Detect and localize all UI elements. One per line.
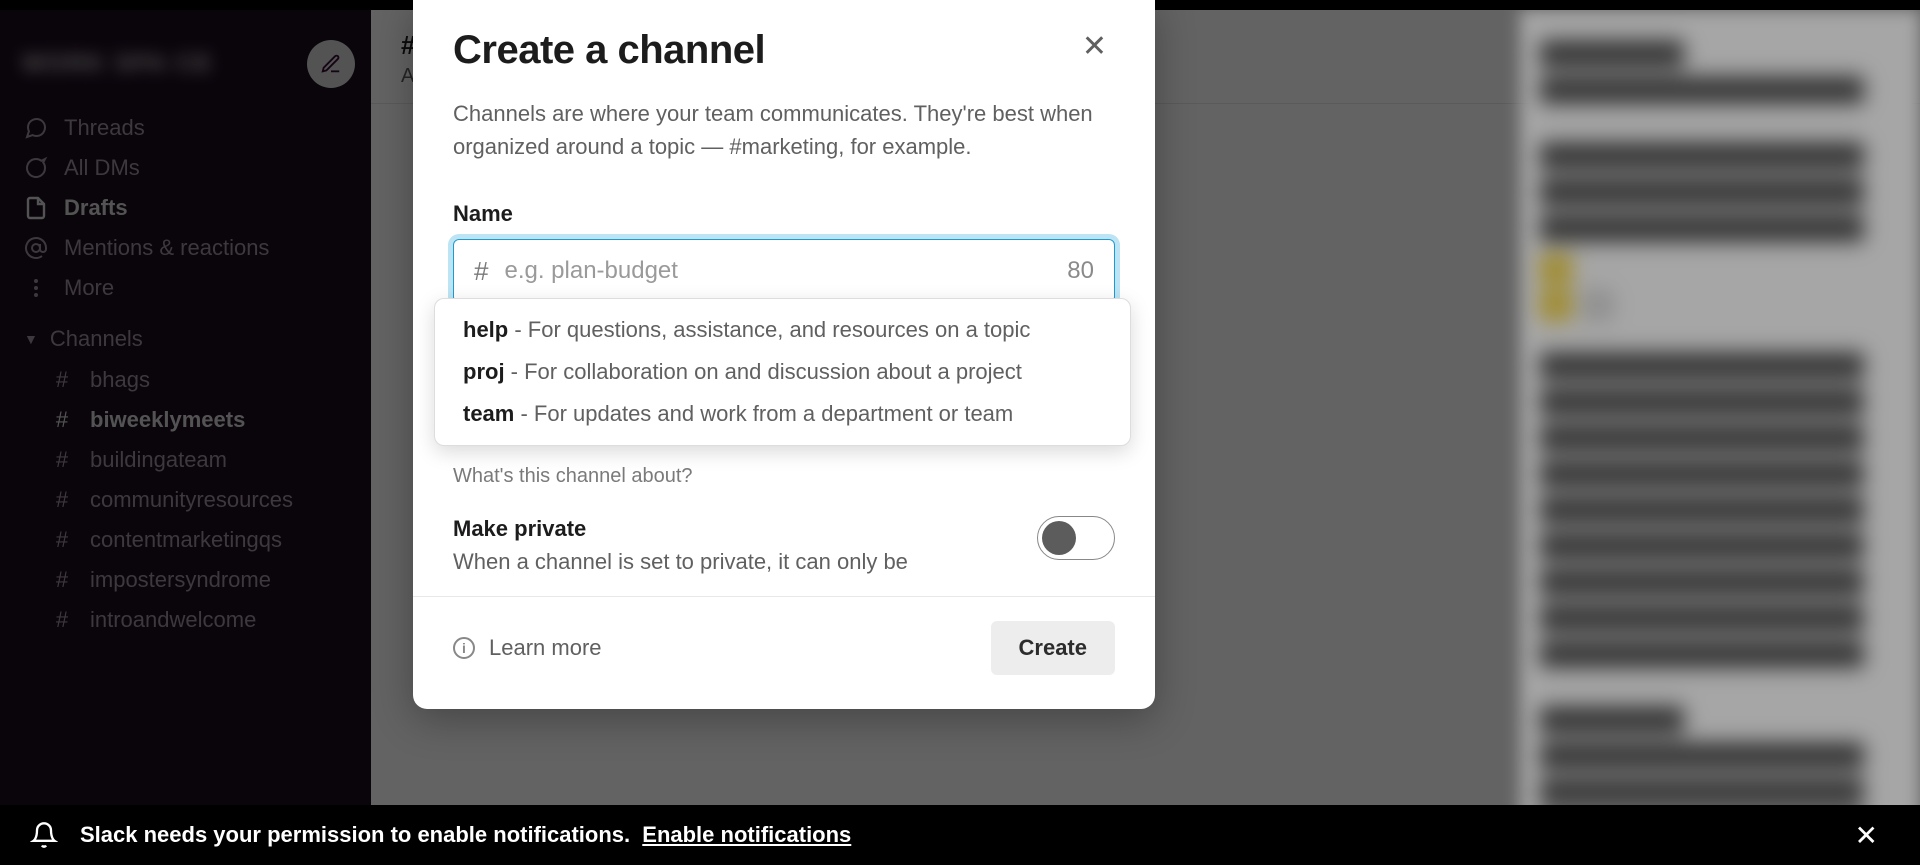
name-field-label: Name [453, 201, 1115, 227]
suggestion-prefix: team [463, 401, 514, 426]
notification-close-button[interactable]: ✕ [1843, 815, 1890, 856]
create-button[interactable]: Create [991, 621, 1115, 675]
modal-description: Channels are where your team communicate… [453, 97, 1115, 163]
suggestion-prefix: help [463, 317, 508, 342]
hash-icon: # [474, 256, 488, 287]
name-char-counter: 80 [1067, 257, 1094, 285]
info-icon: i [453, 637, 475, 659]
make-private-toggle[interactable] [1037, 516, 1115, 560]
make-private-description: When a channel is set to private, it can… [453, 546, 908, 578]
suggestion-item[interactable]: help - For questions, assistance, and re… [435, 309, 1130, 351]
suggestion-desc: - For questions, assistance, and resourc… [508, 317, 1030, 342]
notification-text: Slack needs your permission to enable no… [80, 822, 851, 848]
learn-more-link[interactable]: i Learn more [453, 635, 602, 661]
modal-close-button[interactable]: ✕ [1074, 28, 1115, 66]
about-hint: What's this channel about? [453, 465, 1115, 488]
close-icon: ✕ [1855, 820, 1878, 851]
modal-title: Create a channel [453, 28, 765, 73]
suggestion-item[interactable]: team - For updates and work from a depar… [435, 393, 1130, 435]
suggestion-desc: - For updates and work from a department… [514, 401, 1013, 426]
notification-bar: Slack needs your permission to enable no… [0, 805, 1920, 865]
make-private-row: Make private When a channel is set to pr… [453, 516, 1115, 578]
enable-notifications-link[interactable]: Enable notifications [642, 822, 851, 847]
close-icon: ✕ [1082, 30, 1107, 63]
toggle-knob [1042, 521, 1076, 555]
make-private-title: Make private [453, 516, 908, 542]
suggestion-desc: - For collaboration on and discussion ab… [505, 359, 1022, 384]
suggestion-item[interactable]: proj - For collaboration on and discussi… [435, 351, 1130, 393]
divider [413, 596, 1155, 597]
name-suggestions-dropdown: help - For questions, assistance, and re… [434, 298, 1131, 446]
channel-name-input[interactable] [504, 257, 1067, 285]
learn-more-label: Learn more [489, 635, 602, 661]
bell-icon [30, 821, 58, 849]
suggestion-prefix: proj [463, 359, 505, 384]
name-input-wrapper[interactable]: # 80 [453, 239, 1115, 303]
